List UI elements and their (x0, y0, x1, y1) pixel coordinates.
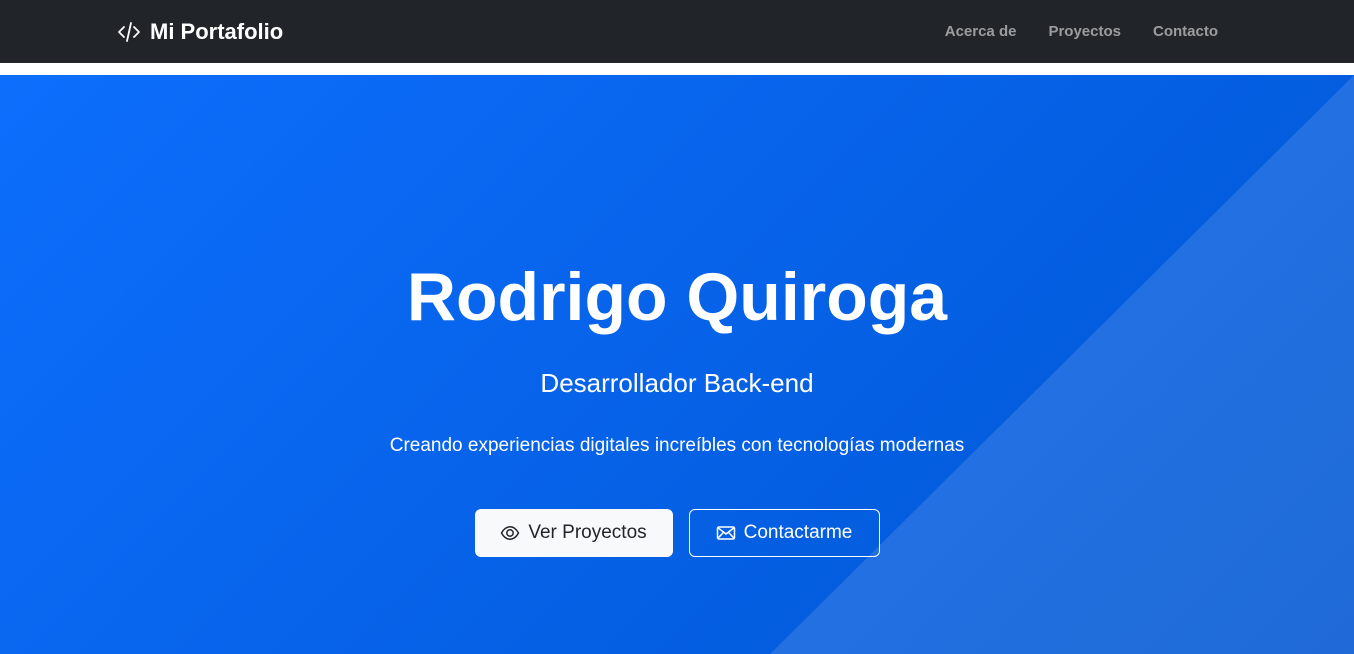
navbar: Mi Portafolio Acerca de Proyectos Contac… (0, 0, 1354, 63)
eye-icon (500, 523, 520, 543)
nav-link-about[interactable]: Acerca de (945, 23, 1017, 40)
nav-link-contact[interactable]: Contacto (1153, 23, 1218, 40)
contact-label: Contactarme (743, 522, 853, 543)
brand-text: Mi Portafolio (150, 19, 284, 44)
view-projects-button[interactable]: Ver Proyectos (474, 509, 673, 557)
envelope-icon (716, 523, 736, 543)
hero-tagline: Creando experiencias digitales increíble… (389, 435, 965, 456)
hero-section: Rodrigo Quiroga Desarrollador Back-end C… (0, 75, 1354, 654)
nav-link-projects[interactable]: Proyectos (1048, 23, 1121, 40)
hero-buttons: Ver Proyectos Contactarme (0, 509, 1354, 557)
contact-button[interactable]: Contactarme (688, 509, 880, 557)
hero-subtitle: Desarrollador Back-end (540, 368, 814, 398)
view-projects-label: Ver Proyectos (528, 522, 647, 543)
nav-links: Acerca de Proyectos Contacto (945, 0, 1218, 63)
code-slash-icon (117, 20, 141, 44)
hero-title: Rodrigo Quiroga (406, 259, 948, 335)
brand-link[interactable]: Mi Portafolio (117, 16, 283, 48)
